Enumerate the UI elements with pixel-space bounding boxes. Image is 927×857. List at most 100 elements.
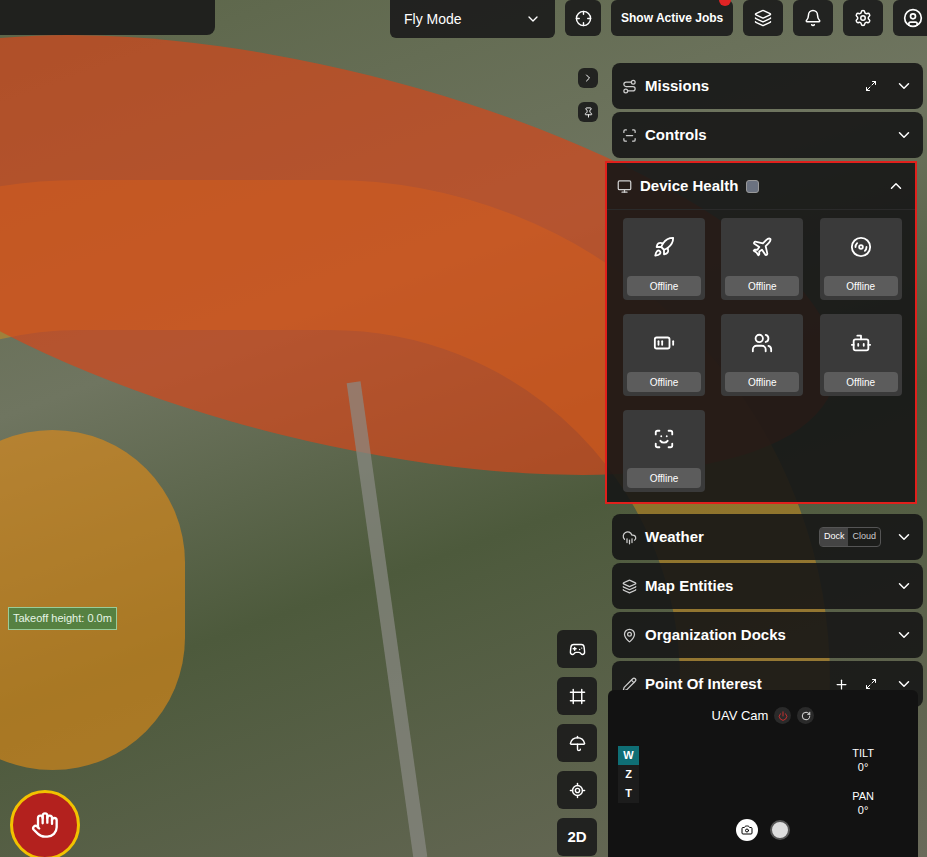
- source-option[interactable]: Dock: [820, 528, 849, 546]
- parachute-icon: [569, 735, 586, 752]
- chevron-down-icon[interactable]: [895, 577, 913, 595]
- drone-view-button[interactable]: [557, 630, 597, 668]
- power-button[interactable]: [774, 707, 791, 724]
- collapse-button[interactable]: [578, 68, 598, 88]
- zoom-mode[interactable]: W: [618, 746, 639, 765]
- panel-section: Organization Docks: [612, 612, 923, 658]
- chevron-down-icon[interactable]: [895, 528, 913, 546]
- view-toggle[interactable]: 2D: [557, 818, 597, 856]
- device-tile[interactable]: Offline: [721, 314, 803, 396]
- frame-button[interactable]: [557, 677, 597, 715]
- record-button[interactable]: [770, 820, 790, 840]
- refresh-icon: [801, 711, 811, 721]
- device-grid: OfflineOfflineOfflineOfflineOfflineOffli…: [607, 209, 915, 502]
- device-status: Offline: [627, 372, 701, 392]
- refresh-button[interactable]: [797, 707, 814, 724]
- notifications-button[interactable]: [793, 0, 833, 36]
- robot-icon: [850, 332, 872, 354]
- settings-button[interactable]: [843, 0, 883, 36]
- section-title: Controls: [645, 124, 707, 147]
- locate-button[interactable]: [557, 771, 597, 809]
- drone-icon: [569, 641, 586, 658]
- panel-section: Missions: [612, 63, 923, 109]
- route-icon: [622, 79, 637, 94]
- section-title: Organization Docks: [645, 624, 786, 647]
- expand-icon[interactable]: [865, 678, 877, 690]
- tilt-label: TILT: [852, 746, 874, 760]
- active-jobs-button[interactable]: Show Active Jobs: [611, 0, 733, 36]
- uav-cam-panel: UAV CamWZTTILT0°PAN0°: [608, 690, 918, 857]
- section-title: Device Health: [640, 175, 738, 198]
- zoom-mode[interactable]: T: [618, 784, 639, 803]
- chevron-down-icon: [525, 11, 541, 27]
- device-tile[interactable]: Offline: [820, 218, 902, 300]
- monitor-icon: [617, 179, 632, 194]
- stop-button[interactable]: [10, 790, 80, 857]
- photo-button[interactable]: [736, 819, 758, 841]
- section-header[interactable]: Weather DockCloud: [612, 514, 923, 560]
- zoom-modes: WZT: [618, 746, 639, 817]
- section-header[interactable]: Map Entities: [612, 563, 923, 609]
- profile-button[interactable]: [893, 0, 927, 36]
- device-tile[interactable]: Offline: [623, 410, 705, 492]
- camera-icon: [741, 824, 753, 836]
- side-panel: MissionsControlsDevice HealthOfflineOffl…: [612, 63, 923, 707]
- section-header[interactable]: Missions: [612, 63, 923, 109]
- zoom-mode[interactable]: Z: [618, 765, 639, 784]
- top-left-box: [0, 0, 215, 35]
- source-toggle: DockCloud: [819, 527, 881, 547]
- chevron-down-icon[interactable]: [895, 77, 913, 95]
- expand-icon[interactable]: [865, 80, 877, 92]
- jobs-badge: [719, 0, 731, 6]
- section-header[interactable]: Controls: [612, 112, 923, 158]
- section-header[interactable]: Organization Docks: [612, 612, 923, 658]
- battery-icon: [653, 332, 675, 354]
- layers-button[interactable]: [743, 0, 783, 36]
- rocket-icon: [653, 236, 675, 258]
- parachute-button[interactable]: [557, 724, 597, 762]
- chevron-up-icon[interactable]: [887, 177, 905, 195]
- bell-icon: [804, 9, 822, 27]
- device-status: Offline: [824, 276, 898, 296]
- panel-section: Controls: [612, 112, 923, 158]
- chevron-down-icon[interactable]: [895, 126, 913, 144]
- drone-button[interactable]: [565, 0, 601, 36]
- top-bar: Fly Mode Show Active Jobs: [390, 0, 927, 38]
- app: Takeoff height: 0.0mFly ModeShow Active …: [0, 0, 927, 857]
- device-tile[interactable]: Offline: [721, 218, 803, 300]
- device-status: Offline: [627, 276, 701, 296]
- user-icon: [903, 8, 923, 28]
- pin-icon: [622, 628, 637, 643]
- device-tile[interactable]: Offline: [623, 218, 705, 300]
- pin-icon: [583, 107, 594, 118]
- gimbal-icon: [850, 236, 872, 258]
- tilt-value: 0°: [858, 760, 869, 774]
- cam-title: UAV Cam: [712, 706, 769, 726]
- mode-select[interactable]: Fly Mode: [390, 0, 555, 38]
- section-title: Missions: [645, 75, 709, 98]
- source-option[interactable]: Cloud: [848, 528, 880, 546]
- device-status: Offline: [627, 468, 701, 488]
- zone-small: [0, 430, 185, 770]
- pin-button[interactable]: [578, 102, 598, 122]
- power-icon: [778, 711, 788, 721]
- target-icon: [569, 782, 586, 799]
- controls-icon: [622, 128, 637, 143]
- panel-section: Map Entities: [612, 563, 923, 609]
- section-header[interactable]: Device Health: [607, 163, 915, 209]
- section-title: Weather: [645, 526, 704, 549]
- layers-icon: [622, 579, 637, 594]
- users-icon: [751, 332, 773, 354]
- section-checkbox[interactable]: [746, 180, 759, 193]
- layers-icon: [754, 9, 772, 27]
- chevron-down-icon[interactable]: [895, 626, 913, 644]
- device-status: Offline: [725, 372, 799, 392]
- device-tile[interactable]: Offline: [820, 314, 902, 396]
- frame-icon: [569, 688, 586, 705]
- chevron-right-icon: [582, 72, 594, 84]
- scan-icon: [653, 428, 675, 450]
- weather-icon: [622, 530, 637, 545]
- pan-label: PAN: [852, 789, 874, 803]
- panel-section: Device HealthOfflineOfflineOfflineOfflin…: [605, 161, 917, 504]
- device-tile[interactable]: Offline: [623, 314, 705, 396]
